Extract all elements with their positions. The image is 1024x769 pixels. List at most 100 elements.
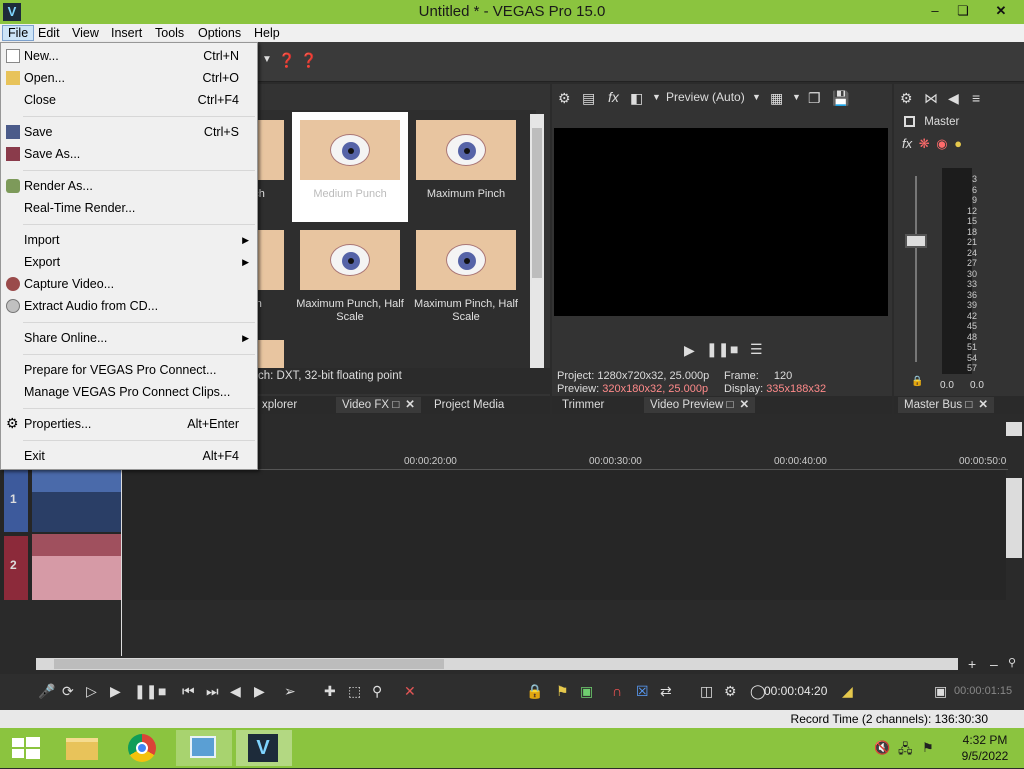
go-to-end-icon[interactable]: ⏭ <box>206 683 219 700</box>
menu-item-prepare-connect[interactable]: Prepare for VEGAS Pro Connect... <box>3 359 255 381</box>
menu-item-realtime-render[interactable]: Real-Time Render... <box>3 197 255 219</box>
tab-explorer[interactable]: xplorer <box>256 397 303 413</box>
restore-icon[interactable]: ❏ <box>946 0 980 22</box>
horizontal-scrollbar-thumb[interactable] <box>54 659 444 669</box>
ignore-grouping-icon[interactable]: ◫ <box>700 683 713 700</box>
master-checkbox-icon[interactable] <box>904 116 915 128</box>
fx-preset-maximum-punch-half-scale[interactable] <box>300 230 400 290</box>
dropdown-arrow-icon[interactable]: ▼ <box>652 92 661 102</box>
project-properties-icon[interactable]: ▤ <box>582 90 595 107</box>
preview-quality[interactable]: Preview (Auto) <box>666 90 745 104</box>
menu-item-capture-video[interactable]: Capture Video... <box>3 273 255 295</box>
menu-item-extract-audio[interactable]: Extract Audio from CD... <box>3 295 255 317</box>
menu-item-save-as[interactable]: Save As... <box>3 143 255 165</box>
timeline-menu-icon[interactable] <box>1006 422 1022 436</box>
next-frame-icon[interactable]: ▶ <box>254 683 265 700</box>
stop-icon[interactable]: ■ <box>158 683 166 699</box>
faders-icon[interactable]: ≡ <box>972 90 980 106</box>
normal-edit-tool-icon[interactable]: ➢ <box>284 683 296 700</box>
menu-file[interactable]: File <box>2 25 35 41</box>
tab-close-icon[interactable]: ✕ <box>739 399 749 411</box>
grid-icon[interactable]: ▦ <box>770 90 783 107</box>
fx-thumb-partial-1[interactable] <box>258 120 284 180</box>
master-fader-handle[interactable] <box>905 234 927 248</box>
tab-video-preview[interactable]: Video Preview □ ✕ <box>644 397 756 413</box>
lock-envelopes-icon[interactable]: ⚙ <box>724 683 737 700</box>
fx-chain-icon[interactable]: ❋ <box>919 136 930 151</box>
go-to-start-icon[interactable]: ⏮ <box>182 683 195 700</box>
start-button[interactable] <box>0 730 56 766</box>
menu-item-manage-connect[interactable]: Manage VEGAS Pro Connect Clips... <box>3 381 255 403</box>
tab-master-bus[interactable]: Master Bus □ ✕ <box>898 397 994 413</box>
tab-trimmer[interactable]: Trimmer <box>556 397 610 413</box>
solo-icon[interactable]: ● <box>954 136 962 151</box>
file-explorer-taskbar-button[interactable] <box>56 730 112 766</box>
tab-video-fx[interactable]: Video FX □ ✕ <box>336 397 421 413</box>
fx-preset-maximum-pinch[interactable] <box>416 120 516 180</box>
fx-preset-maximum-pinch-half-scale[interactable] <box>416 230 516 290</box>
network-icon[interactable]: 🖧 <box>898 740 913 762</box>
volume-muted-icon[interactable]: 🔇 <box>874 740 890 756</box>
dropdown-arrow-icon[interactable]: ▼ <box>792 92 801 102</box>
menu-icon[interactable]: ☰ <box>750 341 763 358</box>
menu-item-export[interactable]: Export ▶ <box>3 251 255 273</box>
selection-tool-icon[interactable]: ⬚ <box>348 683 361 700</box>
menu-item-save[interactable]: Save Ctrl+S <box>3 121 255 143</box>
split-screen-icon[interactable]: ◧ <box>630 90 643 107</box>
menu-item-import[interactable]: Import ▶ <box>3 229 255 251</box>
fx-icon[interactable]: fx <box>608 89 619 105</box>
video-track-header[interactable]: 1 <box>4 470 28 532</box>
menu-item-exit[interactable]: Exit Alt+F4 <box>3 445 255 467</box>
chrome-taskbar-button[interactable] <box>116 730 172 766</box>
ripple-edit-icon[interactable]: ⇄ <box>660 683 672 700</box>
playhead-cursor[interactable] <box>121 470 122 656</box>
vegas-taskbar-button[interactable]: V <box>236 730 292 766</box>
tab-project-media[interactable]: Project Media <box>428 397 510 413</box>
audio-event[interactable] <box>32 534 122 600</box>
fx-thumb-partial-3[interactable] <box>258 340 284 368</box>
fx-icon[interactable]: fx <box>902 136 912 151</box>
fx-scrollbar[interactable] <box>530 114 544 368</box>
save-snapshot-icon[interactable]: 💾 <box>832 90 849 107</box>
fx-preset-medium-punch[interactable]: Medium Punch <box>292 112 408 222</box>
menu-insert[interactable]: Insert <box>106 25 147 41</box>
mute-icon[interactable]: ◉ <box>936 136 947 151</box>
tab-close-icon[interactable]: ✕ <box>405 399 415 411</box>
fx-scrollbar-thumb[interactable] <box>532 128 542 278</box>
menu-help[interactable]: Help <box>249 25 285 41</box>
close-window-icon[interactable]: ✕ <box>978 0 1024 22</box>
clock[interactable]: 4:32 PM 9/5/2022 <box>950 732 1020 764</box>
menu-item-new[interactable]: New... Ctrl+N <box>3 45 255 67</box>
horizontal-scrollbar[interactable] <box>36 658 958 670</box>
tab-undock-icon[interactable]: □ <box>392 399 399 411</box>
lock-icon[interactable]: 🔒 <box>911 376 923 387</box>
snapping-icon[interactable]: ∩ <box>612 683 622 699</box>
previous-frame-icon[interactable]: ◀ <box>230 683 241 700</box>
auto-crossfade-icon[interactable]: ☒ <box>636 683 649 700</box>
menu-options[interactable]: Options <box>193 25 246 41</box>
tab-close-icon[interactable]: ✕ <box>978 399 988 411</box>
action-center-icon[interactable]: ⚑ <box>922 740 934 756</box>
dropdown-arrow-icon[interactable]: ▼ <box>262 54 272 65</box>
vertical-scrollbar[interactable] <box>1006 478 1022 558</box>
preview-screen[interactable] <box>554 128 888 316</box>
envelope-tool-icon[interactable]: ✚ <box>324 683 336 700</box>
zoom-out-icon[interactable]: – <box>990 656 998 672</box>
audio-track-header[interactable]: 2 <box>4 536 28 600</box>
video-event[interactable] <box>32 470 122 532</box>
cursor-time[interactable]: 00:00:04:20 <box>764 684 827 698</box>
pause-icon[interactable]: ❚❚ <box>134 683 157 700</box>
menu-tools[interactable]: Tools <box>150 25 189 41</box>
downmix-icon[interactable]: ◀ <box>948 90 959 107</box>
menu-item-close[interactable]: Close Ctrl+F4 <box>3 89 255 111</box>
menu-item-render-as[interactable]: Render As... <box>3 175 255 197</box>
region-icon[interactable]: ▣ <box>580 683 593 700</box>
menu-view[interactable]: View <box>67 25 104 41</box>
gear-icon[interactable]: ⚙ <box>900 90 913 107</box>
control-panel-taskbar-button[interactable] <box>176 730 232 766</box>
tab-undock-icon[interactable]: □ <box>965 399 972 411</box>
play-icon[interactable]: ▶ <box>684 342 695 359</box>
zoom-tool-icon[interactable]: ⚲ <box>372 683 382 700</box>
loop-icon[interactable]: ⟳ <box>62 683 74 700</box>
fx-thumb-partial-2[interactable] <box>258 230 284 290</box>
